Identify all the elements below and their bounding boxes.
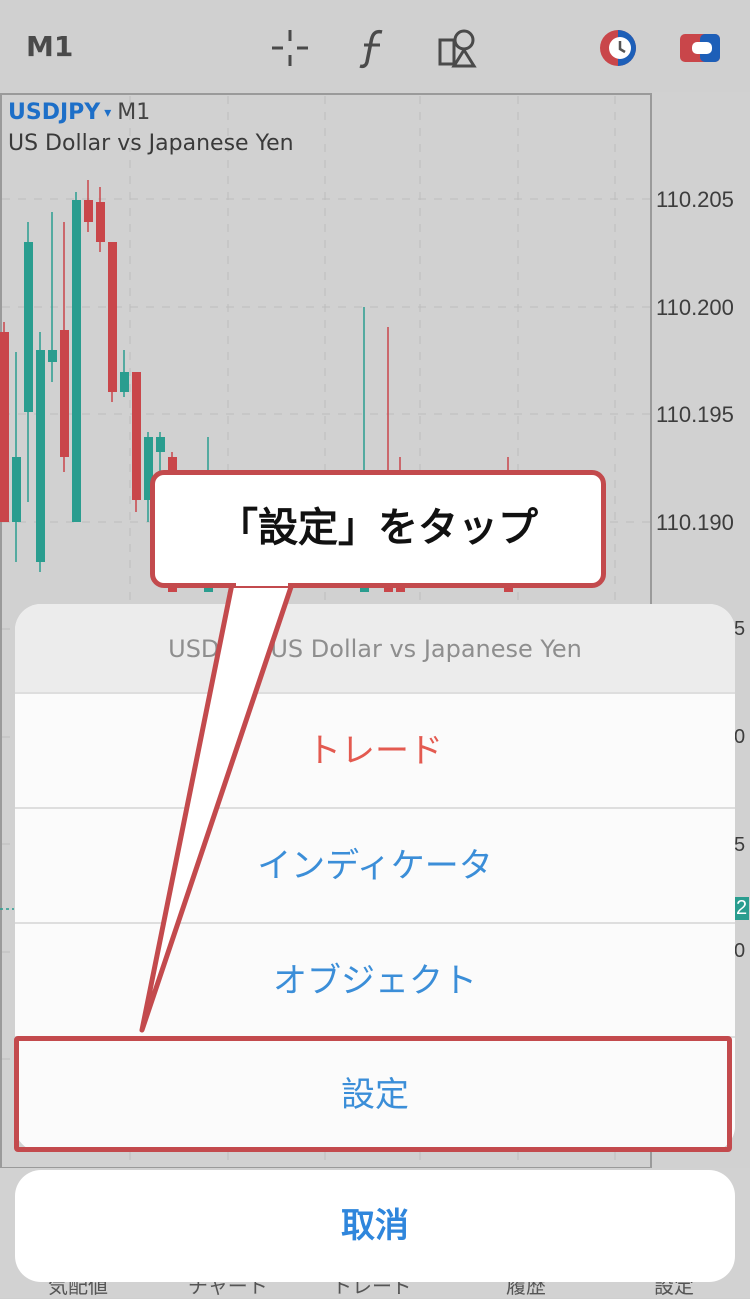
callout-pointer-cover: [236, 578, 288, 586]
